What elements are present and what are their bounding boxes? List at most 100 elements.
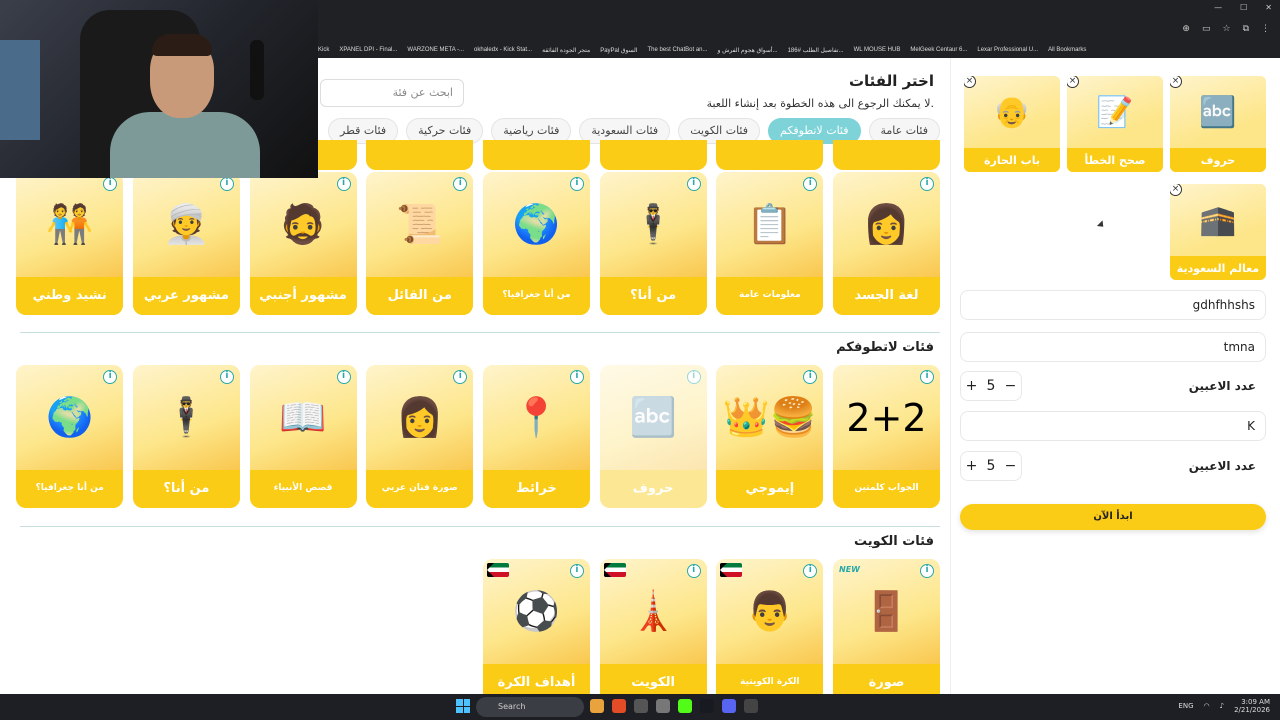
bookmark-item[interactable]: متجر الجودة الفائقة bbox=[542, 47, 590, 54]
wifi-icon[interactable]: ◠ bbox=[1204, 702, 1210, 710]
category-card[interactable]: 👑🍔 i إيموجي bbox=[716, 365, 824, 508]
clock-date: 2/21/2026 bbox=[1234, 706, 1270, 714]
start-game-button[interactable]: ابدأ الآن bbox=[960, 504, 1266, 530]
chrome-icon[interactable] bbox=[612, 699, 626, 713]
selected-category-card[interactable]: 👴 باب الحارة × bbox=[964, 76, 1060, 172]
clock[interactable]: 3:09 AM 2/21/2026 bbox=[1234, 698, 1270, 714]
minus-icon[interactable]: − bbox=[1005, 458, 1017, 474]
info-icon[interactable]: i bbox=[686, 370, 701, 384]
info-icon[interactable]: i bbox=[219, 177, 234, 191]
info-icon[interactable]: i bbox=[569, 177, 584, 191]
info-icon[interactable]: i bbox=[569, 370, 584, 384]
category-label: معلومات عامة bbox=[716, 277, 824, 315]
category-card[interactable]: 🚪 NEW i صورة bbox=[833, 559, 940, 694]
taskbar-search[interactable]: Search bbox=[476, 697, 584, 717]
steam-icon[interactable] bbox=[700, 699, 714, 713]
bookmark-item[interactable]: The best ChatBot an... bbox=[647, 47, 707, 53]
close-icon[interactable]: ✕ bbox=[1265, 3, 1272, 12]
bookmark-item[interactable]: PayPal السوق bbox=[600, 47, 637, 54]
minus-icon[interactable]: − bbox=[1005, 378, 1017, 394]
selected-category-card[interactable]: 🕋 معالم السعودية × bbox=[1170, 184, 1266, 280]
selected-category-card[interactable]: 📝 صحح الخطأ × bbox=[1067, 76, 1163, 172]
extensions-icon[interactable]: ⧉ bbox=[1243, 24, 1249, 34]
info-icon[interactable]: i bbox=[686, 177, 701, 191]
players-stepper[interactable]: + 5 − bbox=[960, 451, 1022, 481]
category-card[interactable]: 👳 i مشهور عربي bbox=[132, 172, 240, 315]
category-card[interactable]: 🌍 i من أنا جغرافيا؟ bbox=[16, 365, 124, 508]
players-stepper[interactable]: + 5 − bbox=[960, 371, 1022, 401]
category-card[interactable]: 📖 i قصص الأنبياء bbox=[249, 365, 357, 508]
bookmark-item[interactable]: Kick bbox=[318, 47, 329, 53]
menu-icon[interactable]: ⋮ bbox=[1261, 24, 1270, 34]
category-card[interactable]: 🧑‍🤝‍🧑 i نشيد وطني bbox=[16, 172, 124, 315]
selected-category-card[interactable]: 🔤 حروف × bbox=[1170, 76, 1266, 172]
category-label: صورة bbox=[833, 664, 940, 694]
players-count-row-1: + 5 − عدد الاعبين bbox=[960, 371, 1266, 401]
category-card[interactable]: 🔤 i حروف bbox=[599, 365, 707, 508]
category-card[interactable]: 🕴 i من أنا؟ bbox=[599, 172, 707, 315]
category-card[interactable]: 👨 i الكرة الكويتية bbox=[716, 559, 824, 694]
bookmark-item[interactable]: MelGeek Centaur 6... bbox=[910, 47, 967, 53]
category-search-input[interactable]: ابحث عن فئة bbox=[320, 79, 464, 107]
discord-icon[interactable] bbox=[722, 699, 736, 713]
category-image: 🕋 bbox=[1170, 184, 1266, 256]
info-icon[interactable]: i bbox=[336, 370, 351, 384]
bookmark-item[interactable]: Lexar Professional U... bbox=[977, 47, 1038, 53]
category-card[interactable]: ⚽ i أهداف الكرة bbox=[482, 559, 590, 694]
bookmark-item[interactable]: تفاصيل الطلب #186... bbox=[788, 47, 844, 54]
bookmark-item[interactable]: All Bookmarks bbox=[1048, 47, 1086, 53]
bookmark-item[interactable]: okhaledx - Kick Stat... bbox=[474, 47, 532, 53]
language-indicator[interactable]: ENG bbox=[1178, 702, 1193, 710]
bookmark-item[interactable]: WL MOUSE HUB bbox=[854, 47, 901, 53]
players-label: عدد الاعبين bbox=[1188, 379, 1256, 393]
bookmark-item[interactable]: XPANEL DPI - Final... bbox=[339, 47, 397, 53]
team-name-input-2[interactable]: tmna bbox=[960, 332, 1266, 362]
category-card[interactable]: 📋 i معلومات عامة bbox=[716, 172, 824, 315]
category-card[interactable]: 🕴 i من أنا؟ bbox=[132, 365, 240, 508]
info-icon[interactable]: i bbox=[336, 177, 351, 191]
info-icon[interactable]: i bbox=[920, 370, 934, 384]
info-icon[interactable]: i bbox=[686, 564, 701, 578]
zoom-icon[interactable]: ⊕ bbox=[1182, 24, 1190, 34]
windows-start-icon[interactable] bbox=[456, 699, 470, 713]
card-stub bbox=[833, 140, 940, 170]
category-card[interactable]: 📜 i من القائل bbox=[366, 172, 474, 315]
app-icon[interactable] bbox=[656, 699, 670, 713]
volume-icon[interactable]: ♪ bbox=[1220, 702, 1224, 710]
category-label: من أنا؟ bbox=[599, 277, 707, 315]
category-card[interactable]: 👩 i لغة الجسد bbox=[833, 172, 940, 315]
maximize-icon[interactable]: ☐ bbox=[1240, 3, 1247, 12]
folder-icon[interactable] bbox=[590, 699, 604, 713]
team-name-input-3[interactable]: K bbox=[960, 411, 1266, 441]
info-icon[interactable]: i bbox=[920, 564, 934, 578]
category-card[interactable]: 🗼 i الكويت bbox=[599, 559, 707, 694]
app-icon[interactable] bbox=[744, 699, 758, 713]
category-label: الجواب كلمتين bbox=[833, 470, 940, 508]
info-icon[interactable]: i bbox=[569, 564, 584, 578]
category-label: خرائط bbox=[482, 470, 590, 508]
category-label: من أنا جغرافيا؟ bbox=[482, 277, 590, 315]
category-card[interactable]: 🧔 i مشهور أجنبي bbox=[249, 172, 357, 315]
category-image: 📝 bbox=[1067, 76, 1163, 148]
card-stub bbox=[716, 140, 824, 170]
category-card[interactable]: 📍 i خرائط bbox=[482, 365, 590, 508]
category-label: معالم السعودية bbox=[1170, 256, 1266, 280]
category-card[interactable]: 👩 i صورة فنان عربي bbox=[366, 365, 474, 508]
plus-icon[interactable]: + bbox=[966, 378, 978, 394]
team-name-input-1[interactable]: gdhfhhshs bbox=[960, 290, 1266, 320]
plus-icon[interactable]: + bbox=[966, 458, 978, 474]
bookmark-item[interactable]: WARZONE META -... bbox=[407, 47, 464, 53]
star-icon[interactable]: ☆ bbox=[1222, 24, 1230, 34]
kick-icon[interactable] bbox=[678, 699, 692, 713]
kuwait-flag-icon bbox=[603, 563, 626, 577]
category-card[interactable]: 🌍 i من أنا جغرافيا؟ bbox=[482, 172, 590, 315]
page-subtitle: لا يمكنك الرجوع الى هذه الخطوة بعد إنشاء… bbox=[706, 97, 934, 110]
category-label: لغة الجسد bbox=[833, 277, 940, 315]
minimize-icon[interactable]: — bbox=[1214, 3, 1222, 12]
bookmark-item[interactable]: أسواق هجوم الفرش و... bbox=[718, 47, 778, 54]
cast-icon[interactable]: ▭ bbox=[1202, 24, 1211, 34]
info-icon[interactable]: i bbox=[920, 177, 934, 191]
app-icon[interactable] bbox=[634, 699, 648, 713]
info-icon[interactable]: i bbox=[219, 370, 234, 384]
category-card[interactable]: 2+2 i الجواب كلمتين bbox=[833, 365, 940, 508]
